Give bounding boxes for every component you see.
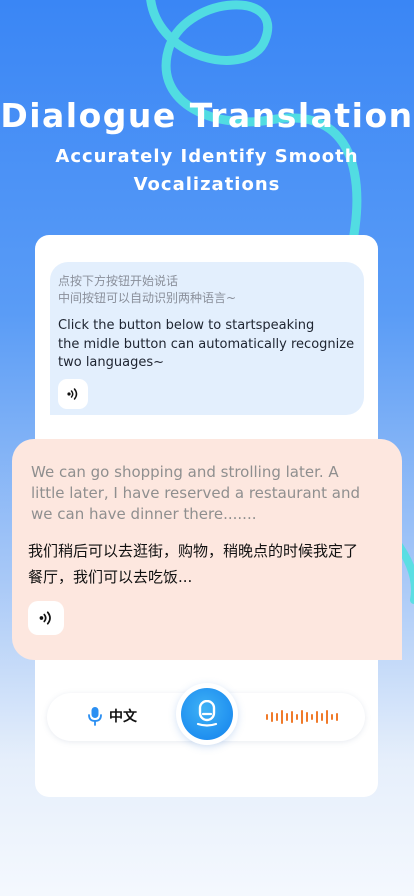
english-translation-text: We can go shopping and strolling later. …	[31, 462, 387, 525]
text-line: little later, I have reserved a restaura…	[31, 484, 361, 502]
record-button[interactable]	[181, 688, 233, 740]
source-message-bubble: 点按下方按钮开始说话 中间按钮可以自动识别两种语言~ Click the but…	[50, 262, 364, 415]
speaker-icon	[39, 611, 51, 625]
chinese-text: 我们稍后可以去逛街，购物，稍晚点的时候我定了 餐厅，我们可以去吃饭...	[28, 538, 394, 590]
microphone-icon	[88, 707, 102, 726]
text-line: Click the button below to startspeaking	[58, 318, 315, 333]
text-line: we can have dinner there.......	[31, 505, 257, 523]
play-translation-button[interactable]	[28, 601, 64, 635]
hint-line: 中间按钮可以自动识别两种语言~	[58, 291, 237, 305]
text-line: 我们稍后可以去逛街，购物，稍晚点的时候我定了	[28, 542, 359, 560]
language-selector[interactable]: 中文	[87, 706, 137, 726]
record-button-ring	[176, 683, 238, 745]
page-title: Dialogue Translation	[0, 96, 414, 135]
text-line: the midle button can automatically recog…	[58, 336, 355, 352]
instruction-text: Click the button below to startspeaking …	[58, 317, 358, 373]
microphone-icon	[196, 700, 218, 727]
hint-line: 点按下方按钮开始说话	[58, 274, 179, 288]
play-source-button[interactable]	[58, 379, 88, 409]
language-label: 中文	[109, 709, 137, 725]
speaker-icon	[67, 388, 78, 400]
translation-message-bubble: We can go shopping and strolling later. …	[12, 439, 402, 660]
text-line: We can go shopping and strolling later. …	[31, 463, 339, 481]
text-line: 餐厅，我们可以去吃饭...	[28, 568, 193, 586]
text-line: two languages~	[58, 355, 165, 370]
sound-wave-icon	[266, 710, 338, 724]
page-subtitle: Accurately Identify Smooth Vocalizations	[55, 146, 359, 195]
instruction-hint: 点按下方按钮开始说话 中间按钮可以自动识别两种语言~	[58, 273, 358, 307]
